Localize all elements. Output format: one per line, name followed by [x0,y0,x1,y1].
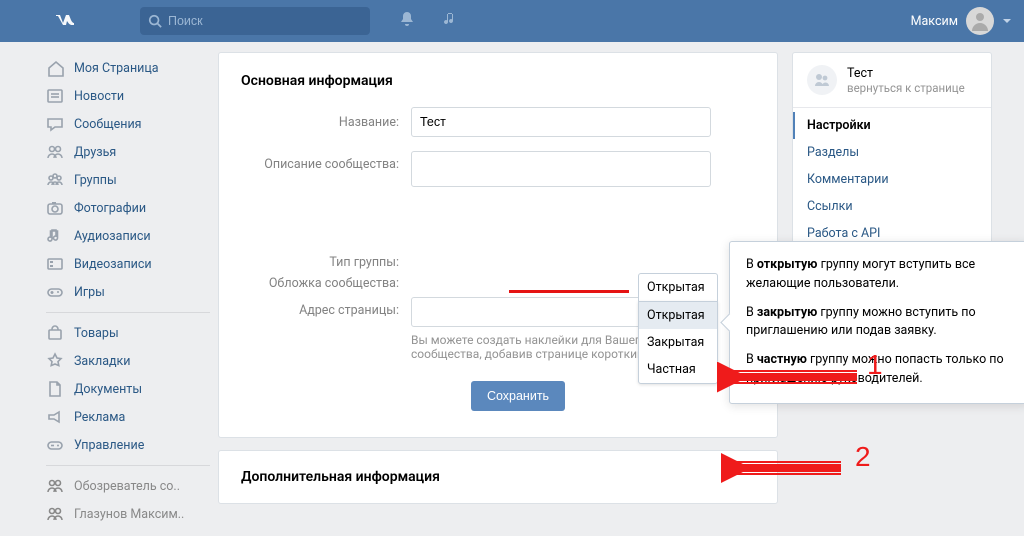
settings-menu-item[interactable]: Разделы [793,139,991,166]
sidebar-item[interactable]: Моя Страница [38,54,218,82]
camera-icon [46,199,64,217]
type-label: Тип группы: [241,255,411,270]
left-sidebar: Моя Страница Новости Сообщения Друзья Группы… [38,52,218,528]
sidebar-item[interactable]: Игры [38,278,218,306]
save-button[interactable]: Сохранить [471,381,565,411]
description-textarea[interactable] [411,151,711,187]
group-type-tooltip: В открытую группу могут вступить все жел… [729,241,1024,404]
sidebar-item[interactable]: Друзья [38,138,218,166]
name-label: Название: [241,115,411,130]
panel-title: Основная информация [241,73,755,89]
top-header: Максим [0,0,1024,42]
username: Максим [911,14,958,29]
group-type-selected-value: Открытая [647,280,705,295]
sidebar-item-label: Друзья [74,145,116,160]
dropdown-option[interactable]: Открытая [639,302,717,329]
sidebar-item-label: Новости [74,89,124,104]
cover-label: Обложка сообщества: [241,276,411,291]
vk-logo-icon[interactable] [52,7,80,35]
settings-menu-item[interactable]: Настройки [793,112,991,139]
sidebar-item-label: Аудиозаписи [74,229,151,244]
home-icon [46,59,64,77]
sidebar-item-label: Обозреватель со.. [74,479,180,494]
friends-icon [46,477,64,495]
dropdown-option[interactable]: Закрытая [639,329,717,356]
search-field[interactable] [140,7,370,35]
sidebar-item-label: Игры [74,285,105,300]
main-settings-panel: Основная информация Название: Описание с… [218,52,778,438]
name-input[interactable] [411,107,711,137]
desc-label: Описание сообщества: [241,151,411,172]
sidebar-item[interactable]: Управление [38,431,218,459]
sidebar-item-label: Документы [74,382,142,397]
sidebar-item-label: Моя Страница [74,61,159,76]
sidebar-item-label: Глазунов Максим.. [74,507,184,522]
sidebar-item[interactable]: Реклама [38,403,218,431]
avatar [966,7,994,35]
user-menu[interactable]: Максим [911,7,1012,35]
extra-title: Дополнительная информация [241,469,755,485]
notifications-icon[interactable] [398,10,416,32]
address-label: Адрес страницы: [241,297,411,318]
star-icon [46,352,64,370]
sidebar-item[interactable]: Глазунов Максим.. [38,500,218,528]
back-to-page-link[interactable]: вернуться к странице [847,81,965,95]
sidebar-item[interactable]: Аудиозаписи [38,222,218,250]
newspaper-icon [46,87,64,105]
gamepad-icon [46,436,64,454]
friends-icon [46,143,64,161]
sidebar-item-label: Фотографии [74,201,146,216]
bag-icon [46,324,64,342]
sidebar-item-label: Видеозаписи [74,257,152,272]
sidebar-item-label: Реклама [74,410,125,425]
nav-separator [46,465,210,466]
search-input[interactable] [168,14,329,28]
dropdown-option[interactable]: Частная [639,356,717,383]
sidebar-item[interactable]: Товары [38,319,218,347]
sidebar-item[interactable]: Новости [38,82,218,110]
chevron-down-icon [1002,16,1012,26]
sidebar-item-label: Сообщения [74,117,142,132]
groups-icon [46,171,64,189]
music-icon [46,227,64,245]
sidebar-item-label: Закладки [74,354,131,369]
sidebar-item[interactable]: Закладки [38,347,218,375]
sidebar-item-label: Товары [74,326,119,341]
settings-menu-item[interactable]: Комментарии [793,166,991,193]
nav-separator [46,312,210,313]
friends-icon [46,505,64,523]
sidebar-item[interactable]: Документы [38,375,218,403]
settings-menu-item[interactable]: Ссылки [793,193,991,220]
sidebar-item-label: Управление [74,438,144,453]
group-avatar-icon [807,65,837,95]
video-icon [46,255,64,273]
sidebar-item-label: Группы [74,173,117,188]
group-type-select[interactable]: Открытая [638,273,718,301]
sidebar-item[interactable]: Видеозаписи [38,250,218,278]
games-icon [46,283,64,301]
doc-icon [46,380,64,398]
sidebar-item[interactable]: Фотографии [38,194,218,222]
music-icon[interactable] [442,10,460,32]
group-type-dropdown: Открытая Закрытая Частная [638,301,718,384]
message-icon [46,115,64,133]
sidebar-item[interactable]: Обозреватель со.. [38,472,218,500]
search-icon [148,14,162,28]
sidebar-item[interactable]: Группы [38,166,218,194]
extra-info-panel: Дополнительная информация [218,450,778,504]
group-name: Тест [847,66,965,81]
sidebar-item[interactable]: Сообщения [38,110,218,138]
ads-icon [46,408,64,426]
